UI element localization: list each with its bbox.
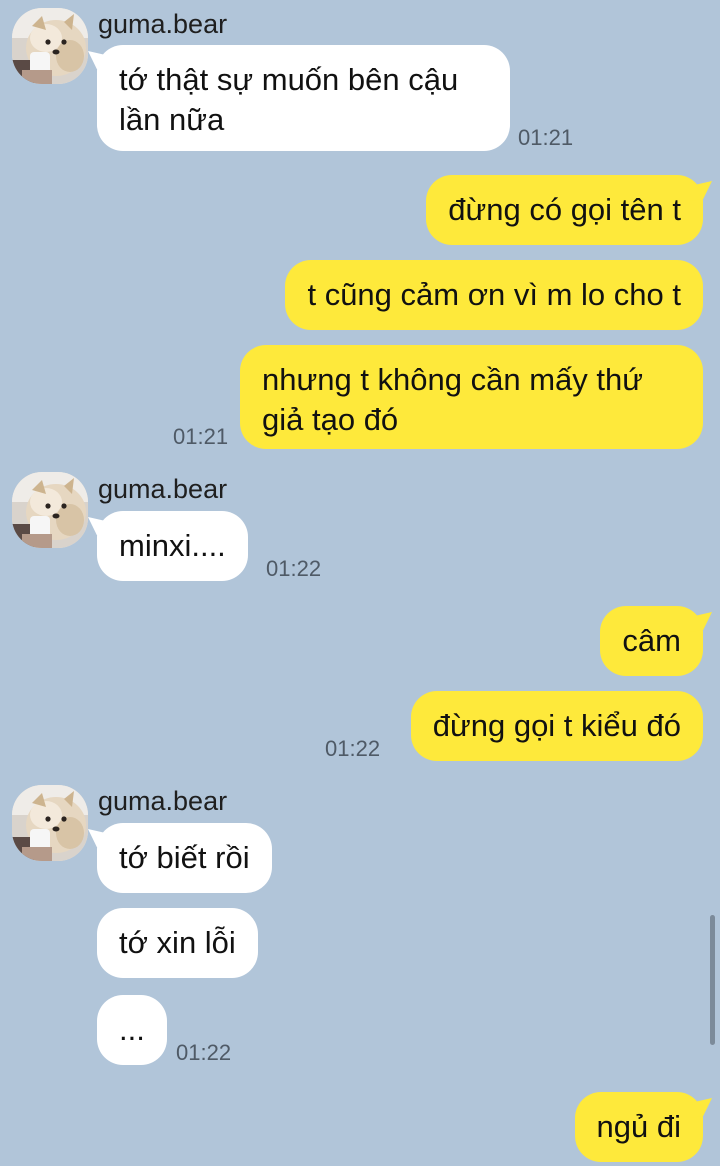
message-timestamp: 01:22 [176, 1040, 232, 1065]
outgoing-message[interactable]: ngủ đi [574, 1092, 703, 1162]
contact-avatar[interactable] [12, 8, 88, 84]
avatar-photo-icon [12, 8, 88, 84]
outgoing-message[interactable]: đừng có gọi tên t [426, 175, 703, 245]
message-text: tớ biết rồi [119, 840, 250, 875]
sender-name: guma.bear [98, 474, 228, 504]
sender-name: guma.bear [98, 786, 228, 816]
outgoing-message[interactable]: t cũng cảm ơn vì m lo cho t [285, 260, 703, 330]
avatar-photo-icon [12, 785, 88, 861]
message-text: t cũng cảm ơn vì m lo cho t [307, 277, 681, 312]
message-text-line: tớ thật sự muốn bên cậu [119, 62, 459, 97]
message-text-line: nhưng t không cần mấy thứ [262, 362, 644, 397]
contact-avatar[interactable] [12, 472, 88, 548]
incoming-message[interactable]: tớ thật sự muốn bên cậu lần nữa [97, 45, 510, 151]
outgoing-message[interactable]: nhưng t không cần mấy thứ giả tạo đó [240, 345, 703, 449]
message-text-line: giả tạo đó [262, 402, 399, 437]
message-text: ... [119, 1012, 145, 1047]
scrollbar[interactable] [710, 915, 715, 1045]
message-text: ngủ đi [596, 1109, 681, 1144]
outgoing-message[interactable]: câm [600, 606, 703, 676]
message-text: minxi.... [119, 528, 226, 563]
contact-avatar[interactable] [12, 785, 88, 861]
message-text: tớ xin lỗi [119, 925, 236, 960]
message-text: đừng có gọi tên t [448, 192, 681, 227]
avatar-photo-icon [12, 472, 88, 548]
chat-thread: guma.bear tớ thật sự muốn bên cậu lần nữ… [0, 0, 720, 1166]
message-text: câm [622, 623, 681, 658]
message-timestamp: 01:22 [325, 736, 381, 761]
incoming-message[interactable]: tớ xin lỗi [97, 908, 258, 978]
sender-name: guma.bear [98, 9, 228, 39]
incoming-message[interactable]: minxi.... [97, 511, 248, 581]
message-text-line: lần nữa [119, 102, 225, 137]
message-text: đừng gọi t kiểu đó [432, 708, 681, 743]
incoming-message[interactable]: tớ biết rồi [97, 823, 272, 893]
message-timestamp: 01:22 [266, 556, 322, 581]
message-timestamp: 01:21 [173, 424, 229, 449]
message-timestamp: 01:21 [518, 125, 574, 150]
incoming-message[interactable]: ... [97, 995, 167, 1065]
outgoing-message[interactable]: đừng gọi t kiểu đó [410, 691, 703, 761]
